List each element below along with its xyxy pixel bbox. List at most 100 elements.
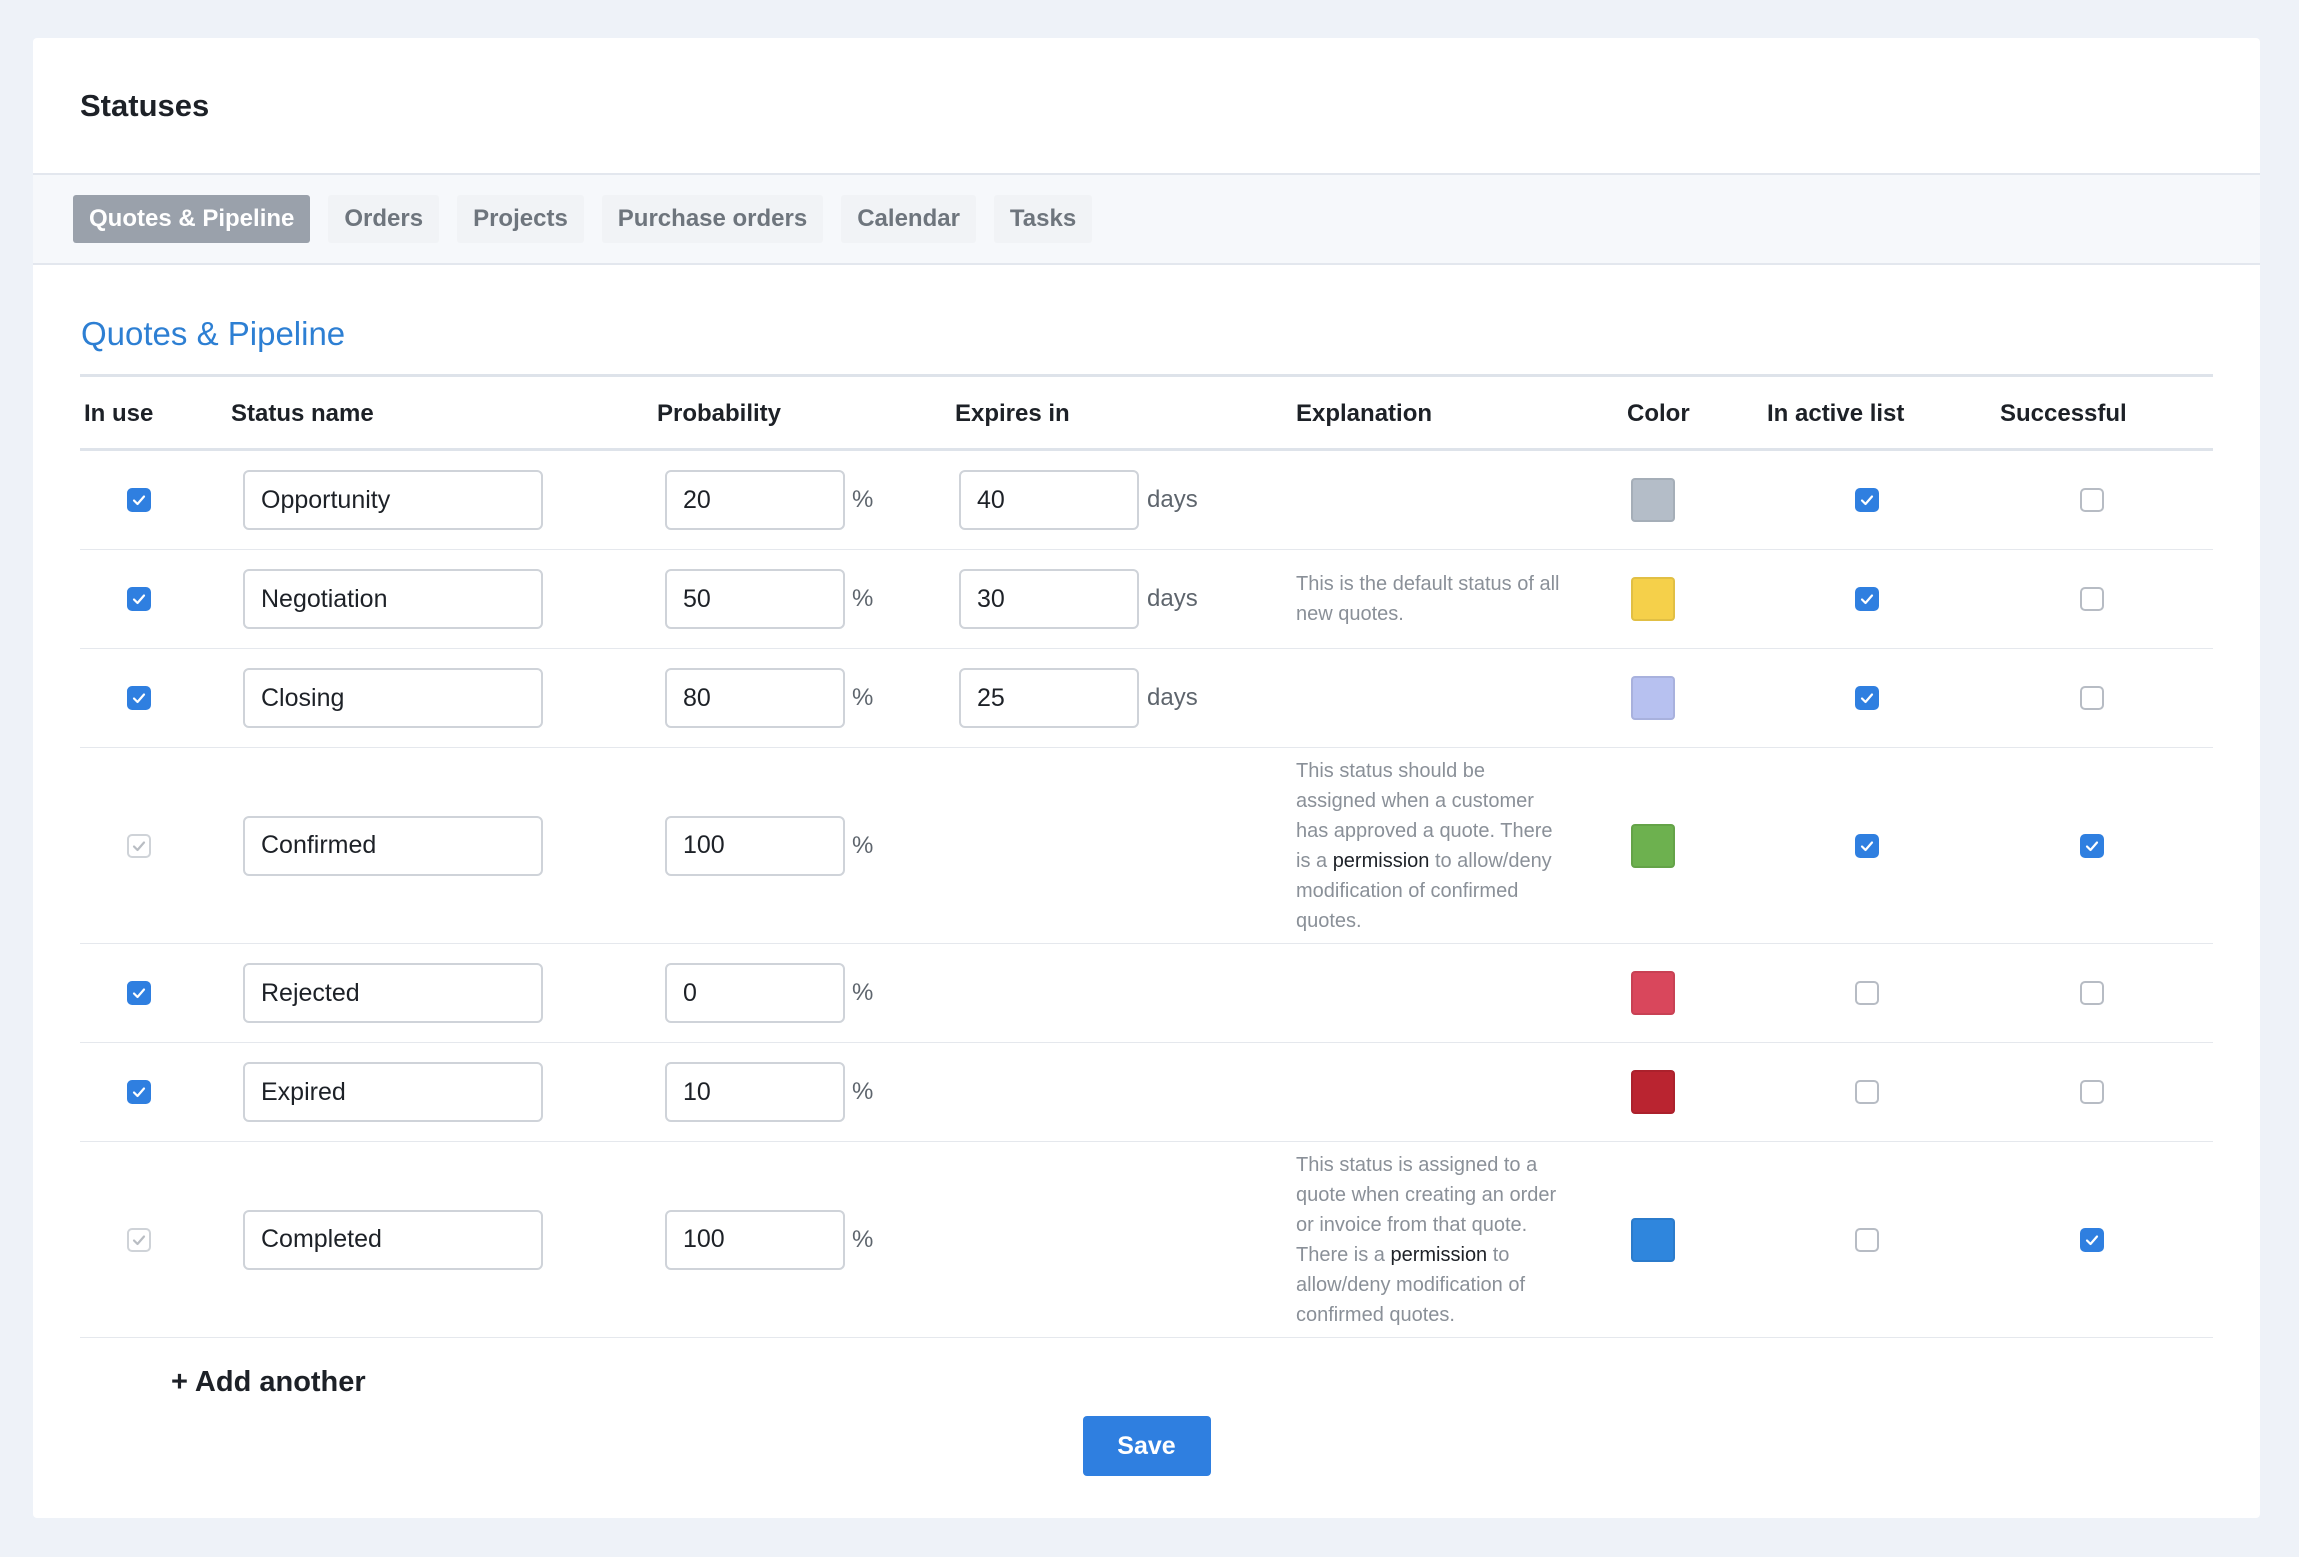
cell <box>127 686 151 710</box>
tab-quotes-pipeline[interactable]: Quotes & Pipeline <box>73 195 311 243</box>
cell: % <box>852 486 873 514</box>
successful-checkbox[interactable] <box>2080 488 2104 512</box>
cell <box>665 963 845 1023</box>
in-active-list-checkbox[interactable] <box>1855 1080 1879 1104</box>
explanation-line: confirmed quotes. <box>1296 1303 1455 1326</box>
color-swatch[interactable] <box>1631 1217 1675 1262</box>
status-name-input[interactable] <box>243 963 543 1023</box>
save-button[interactable]: Save <box>1082 1416 1211 1476</box>
status-name-input[interactable] <box>243 815 543 876</box>
table-row: % <box>80 1043 2213 1142</box>
in-active-list-checkbox[interactable] <box>1855 488 1879 512</box>
probability-input[interactable] <box>665 963 845 1023</box>
successful-checkbox[interactable] <box>2080 686 2104 710</box>
explanation-line: assigned when a customer <box>1296 789 1534 812</box>
permission-link[interactable]: permission <box>1390 1244 1487 1266</box>
in-use-checkbox[interactable] <box>127 488 151 512</box>
check-icon <box>131 985 147 1001</box>
in-active-list-checkbox[interactable] <box>1855 833 1879 858</box>
in-active-list-checkbox[interactable] <box>1855 1227 1879 1252</box>
probability-input[interactable] <box>665 815 845 876</box>
cell <box>665 1062 845 1122</box>
in-use-checkbox[interactable] <box>127 1080 151 1104</box>
in-active-list-checkbox[interactable] <box>1855 981 1879 1005</box>
cell: % <box>852 979 873 1007</box>
cell: This status is assigned to a quote when c… <box>1296 1150 1596 1330</box>
check-icon <box>1859 591 1875 607</box>
color-swatch[interactable] <box>1631 971 1675 1015</box>
cell <box>1631 1217 1675 1262</box>
cell <box>665 470 845 530</box>
cell <box>127 488 151 512</box>
cell: % <box>852 684 873 712</box>
status-name-input[interactable] <box>243 470 543 530</box>
tab-projects[interactable]: Projects <box>457 195 584 243</box>
successful-checkbox[interactable] <box>2080 833 2104 858</box>
status-name-input[interactable] <box>243 668 543 728</box>
probability-input[interactable] <box>665 1062 845 1122</box>
explanation-text: This status should be assigned when a cus… <box>1296 756 1596 936</box>
tab-purchase-orders[interactable]: Purchase orders <box>601 195 824 243</box>
color-swatch[interactable] <box>1631 577 1675 621</box>
probability-input[interactable] <box>665 569 845 629</box>
color-swatch[interactable] <box>1631 823 1675 868</box>
probability-input[interactable] <box>665 470 845 530</box>
color-swatch[interactable] <box>1631 676 1675 720</box>
tab-orders[interactable]: Orders <box>328 195 440 243</box>
cell <box>1631 1070 1675 1114</box>
status-name-input[interactable] <box>243 569 543 629</box>
status-name-input[interactable] <box>243 1209 543 1270</box>
probability-input[interactable] <box>665 668 845 728</box>
probability-input[interactable] <box>665 1209 845 1270</box>
table-row: % This status should be assigned when a cu… <box>80 748 2213 944</box>
content: Quotes & Pipeline In use Status name Pro… <box>33 311 2260 1476</box>
check-icon <box>131 1232 147 1248</box>
add-another-button[interactable]: + Add another <box>171 1362 366 1402</box>
cell <box>243 668 543 728</box>
successful-checkbox[interactable] <box>2080 1227 2104 1252</box>
status-name-input[interactable] <box>243 1062 543 1122</box>
cell <box>2080 981 2104 1005</box>
header-color: Color <box>1627 400 1690 427</box>
in-active-list-checkbox[interactable] <box>1855 686 1879 710</box>
expires-in-input[interactable] <box>959 569 1139 629</box>
percent-unit: % <box>852 1078 874 1105</box>
explanation-line: is a permission to allow/deny <box>1296 849 1552 872</box>
percent-unit: % <box>852 585 874 612</box>
successful-checkbox[interactable] <box>2080 1080 2104 1104</box>
check-icon <box>131 591 147 607</box>
expires-in-input[interactable] <box>959 470 1139 530</box>
color-swatch[interactable] <box>1631 478 1675 522</box>
tab-calendar[interactable]: Calendar <box>841 195 976 243</box>
cell <box>959 569 1139 629</box>
days-unit: days <box>1147 585 1198 612</box>
color-swatch[interactable] <box>1631 1070 1675 1114</box>
cell <box>1855 1080 1879 1104</box>
cell: % <box>852 1078 873 1106</box>
in-use-checkbox[interactable] <box>127 587 151 611</box>
tab-tasks[interactable]: Tasks <box>993 195 1093 243</box>
statuses-table: In use Status name Probability Expires i… <box>80 374 2213 1338</box>
in-use-checkbox[interactable] <box>127 686 151 710</box>
check-icon <box>131 492 147 508</box>
cell <box>1631 577 1675 621</box>
cell <box>1855 587 1879 611</box>
table-row: % days <box>80 649 2213 748</box>
explanation-line: new quotes. <box>1296 603 1404 625</box>
cell <box>665 569 845 629</box>
successful-checkbox[interactable] <box>2080 981 2104 1005</box>
cell <box>127 833 151 858</box>
cell <box>1631 823 1675 868</box>
successful-checkbox[interactable] <box>2080 587 2104 611</box>
cell <box>1855 686 1879 710</box>
expires-in-input[interactable] <box>959 668 1139 728</box>
cell <box>127 587 151 611</box>
explanation-line: This status should be <box>1296 759 1485 782</box>
in-use-checkbox[interactable] <box>127 981 151 1005</box>
check-icon <box>131 1084 147 1100</box>
in-active-list-checkbox[interactable] <box>1855 587 1879 611</box>
cell <box>1631 971 1675 1015</box>
permission-link[interactable]: permission <box>1333 850 1430 872</box>
days-unit: days <box>1147 486 1198 513</box>
header-successful: Successful <box>2000 400 2127 427</box>
